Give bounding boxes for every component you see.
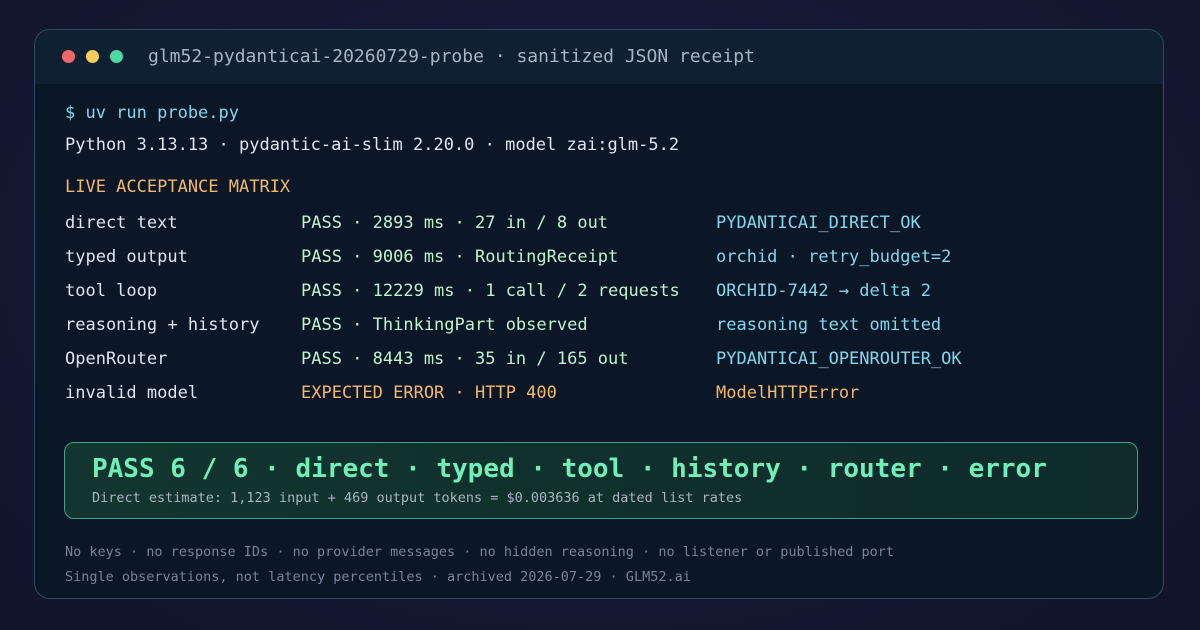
row-detail: reasoning text omitted [716, 315, 942, 335]
row-name: invalid model [65, 383, 199, 403]
cost-estimate: Direct estimate: 1,123 input + 469 outpu… [92, 490, 743, 506]
matrix-row: tool loop PASS · 12229 ms · 1 call / 2 r… [65, 281, 1135, 305]
command-line: $ uv run probe.py [65, 103, 239, 123]
row-name: OpenRouter [65, 349, 168, 369]
row-status: PASS · 12229 ms · 1 call / 2 requests [301, 281, 680, 301]
row-name: direct text [65, 213, 178, 233]
row-detail: orchid · retry_budget=2 [716, 247, 952, 267]
row-name: reasoning + history [65, 315, 260, 335]
terminal-window: glm52-pydanticai-20260729-probe · saniti… [34, 29, 1164, 599]
row-detail: ModelHTTPError [716, 383, 860, 403]
row-detail: PYDANTICAI_OPENROUTER_OK [716, 349, 962, 369]
row-name: typed output [65, 247, 188, 267]
environment-line: Python 3.13.13 · pydantic-ai-slim 2.20.0… [65, 135, 680, 155]
matrix-row: direct text PASS · 2893 ms · 27 in / 8 o… [65, 213, 1135, 237]
row-status: PASS · ThinkingPart observed [301, 315, 588, 335]
row-status: EXPECTED ERROR · HTTP 400 [301, 383, 557, 403]
footer-note: No keys · no response IDs · no provider … [65, 544, 895, 560]
section-title: LIVE ACCEPTANCE MATRIX [65, 177, 291, 197]
summary-box: PASS 6 / 6 · direct · typed · tool · his… [64, 442, 1138, 519]
minimize-dot-icon[interactable] [86, 50, 99, 63]
row-status: PASS · 9006 ms · RoutingReceipt [301, 247, 619, 267]
close-dot-icon[interactable] [62, 50, 75, 63]
row-detail: ORCHID-7442 → delta 2 [716, 281, 931, 301]
matrix-row: typed output PASS · 9006 ms · RoutingRec… [65, 247, 1135, 271]
row-detail: PYDANTICAI_DIRECT_OK [716, 213, 921, 233]
row-status: PASS · 2893 ms · 27 in / 8 out [301, 213, 609, 233]
matrix-row: invalid model EXPECTED ERROR · HTTP 400 … [65, 383, 1135, 407]
row-name: tool loop [65, 281, 158, 301]
title-bar: glm52-pydanticai-20260729-probe · saniti… [35, 30, 1163, 84]
maximize-dot-icon[interactable] [110, 50, 123, 63]
summary-headline: PASS 6 / 6 · direct · typed · tool · his… [92, 454, 1047, 484]
matrix-row: OpenRouter PASS · 8443 ms · 35 in / 165 … [65, 349, 1135, 373]
matrix-row: reasoning + history PASS · ThinkingPart … [65, 315, 1135, 339]
row-status: PASS · 8443 ms · 35 in / 165 out [301, 349, 629, 369]
window-title: glm52-pydanticai-20260729-probe · saniti… [148, 46, 755, 67]
footer-note: Single observations, not latency percent… [65, 569, 691, 585]
